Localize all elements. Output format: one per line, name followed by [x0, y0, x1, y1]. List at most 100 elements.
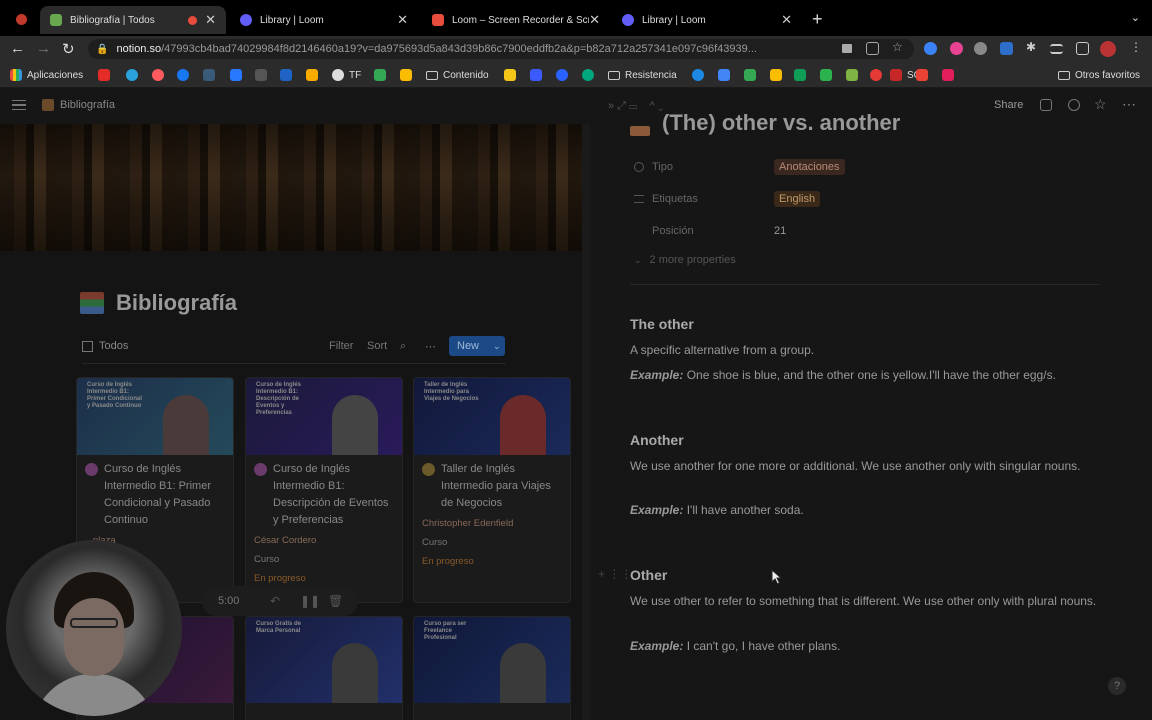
bookmark-folder-contenido[interactable]: Contenido — [426, 68, 489, 82]
breadcrumb-label: Bibliografía — [60, 99, 116, 111]
bookmark-paypal[interactable] — [280, 68, 297, 82]
browser-menu-icon[interactable]: ⋮ — [1130, 40, 1143, 54]
extensions-puzzle-icon[interactable]: ✱ — [1026, 40, 1039, 54]
restart-icon[interactable]: ↶ — [270, 594, 280, 608]
url-path: /47993cb4bad74029984f8d2146460a19?v=da97… — [161, 43, 757, 55]
bookmark-link[interactable] — [203, 68, 220, 82]
close-tab-icon[interactable]: ✕ — [781, 12, 792, 28]
bookmark-star-icon[interactable]: ☆ — [892, 40, 905, 54]
gallery-card[interactable]: Curso para ser Freelance Profesional — [413, 616, 571, 720]
favorite-star-icon[interactable]: ☆ — [1094, 96, 1107, 113]
reload-icon[interactable]: ↻ — [62, 40, 75, 58]
profile-avatar[interactable] — [1100, 41, 1116, 57]
books-icon — [42, 99, 54, 111]
window-close-dot[interactable] — [16, 14, 27, 25]
bookmark-maps[interactable] — [744, 68, 761, 82]
url-bar[interactable]: 🔒 notion.so /47993cb4bad74029984f8d21464… — [88, 39, 914, 59]
bookmark-green[interactable] — [582, 68, 599, 82]
close-tab-icon[interactable]: ✕ — [205, 12, 216, 28]
property-row-tipo[interactable]: Tipo Anotaciones — [634, 157, 1114, 177]
bookmark-miro[interactable] — [504, 68, 521, 82]
bookmark-docs[interactable] — [230, 68, 247, 82]
extension-heart-icon[interactable] — [950, 42, 963, 55]
chevron-down-icon[interactable]: ⌄ — [493, 341, 501, 352]
bookmark-red[interactable] — [870, 68, 887, 82]
forward-arrow-icon[interactable]: → — [36, 40, 51, 57]
thumbnail-text: Curso Gratis de Marca Personal — [256, 621, 302, 634]
bookmark-feedly[interactable] — [820, 68, 837, 82]
close-tab-icon[interactable]: ✕ — [589, 12, 600, 28]
bookmark-youtube[interactable] — [98, 68, 115, 82]
instructor-photo — [500, 643, 546, 703]
new-tab-button[interactable]: + — [812, 9, 823, 30]
share-button[interactable]: Share — [994, 99, 1023, 111]
bookmark-drive[interactable] — [374, 68, 391, 82]
menu-hamburger-icon[interactable] — [12, 100, 26, 110]
pause-icon[interactable]: ❚❚ — [300, 594, 320, 608]
tab-library-loom-2[interactable]: Library | Loom ✕ — [612, 6, 802, 34]
extension-icon[interactable] — [1000, 42, 1013, 55]
webcam-bubble[interactable] — [6, 540, 182, 716]
share-icon[interactable] — [866, 42, 879, 55]
bookmark-s[interactable] — [255, 68, 272, 82]
bookmark-telegram[interactable] — [126, 68, 143, 82]
tab-search-chevron-icon[interactable]: ⌄ — [1131, 11, 1140, 24]
bookmark-gmail[interactable] — [916, 68, 933, 82]
bookmark-blue[interactable] — [692, 68, 709, 82]
help-button[interactable]: ? — [1108, 677, 1126, 695]
extension-icon[interactable] — [974, 42, 987, 55]
back-arrow-icon[interactable]: ← — [10, 40, 25, 57]
bookmark-drive2[interactable] — [718, 68, 735, 82]
property-value-tag[interactable]: English — [774, 191, 821, 207]
gallery-card[interactable]: Taller de Inglés Intermedio para Viajes … — [413, 377, 571, 603]
bookmark-slack[interactable] — [942, 68, 959, 82]
more-properties-toggle[interactable]: ⌄ 2 more properties — [634, 254, 736, 266]
bookmark-analytics[interactable] — [306, 68, 323, 82]
gallery-grid-icon — [82, 340, 93, 352]
card-tipo: Curso — [254, 554, 280, 565]
bookmark-otros-favoritos[interactable]: Otros favoritos — [1058, 68, 1140, 82]
gallery-card[interactable]: Curso Gratis de Marca Personal — [245, 616, 403, 720]
close-tab-icon[interactable]: ✕ — [397, 12, 408, 28]
history-clock-icon[interactable] — [1068, 99, 1080, 111]
card-thumbnail: Taller de Inglés Intermedio para Viajes … — [414, 378, 570, 455]
bookmark-circle[interactable] — [556, 68, 573, 82]
page-title-text: Bibliografía — [116, 290, 238, 315]
property-value[interactable]: 21 — [774, 225, 786, 237]
view-selector[interactable]: Todos — [82, 340, 128, 352]
bookmark-id[interactable] — [530, 68, 547, 82]
new-button[interactable]: New ⌄ — [449, 336, 505, 356]
bookmark-cal[interactable] — [770, 68, 787, 82]
example-label: Example: — [630, 639, 684, 653]
more-options-icon[interactable]: ⋯ — [425, 340, 436, 353]
side-panel-icon[interactable] — [1076, 42, 1089, 55]
bookmark-keep[interactable] — [400, 68, 417, 82]
bookmark-sheets[interactable] — [794, 68, 811, 82]
bookmark-folder-resistencia[interactable]: Resistencia — [608, 68, 677, 82]
property-value-tag[interactable]: Anotaciones — [774, 159, 845, 175]
search-icon[interactable]: ⌕ — [400, 340, 406, 353]
comment-icon[interactable] — [1040, 99, 1052, 111]
bookmark-airbnb[interactable] — [152, 68, 169, 82]
chevron-down-icon: ⌄ — [634, 254, 642, 265]
property-row-etiquetas[interactable]: Etiquetas English — [634, 189, 1114, 209]
bookmark-meta[interactable] — [177, 68, 194, 82]
gallery-card[interactable]: Curso de Inglés Intermedio B1: Descripci… — [245, 377, 403, 603]
filter-button[interactable]: Filter — [329, 340, 353, 352]
bookmark-apps[interactable]: Aplicaciones — [10, 68, 83, 82]
tab-bibliografia[interactable]: Bibliografía | Todos ✕ — [40, 6, 226, 34]
example-paragraph: Example: I can't go, I have other plans. — [630, 637, 1110, 656]
delete-icon[interactable]: 🗑 — [328, 594, 343, 608]
camera-icon[interactable] — [842, 44, 852, 53]
bookmark-stack[interactable] — [846, 68, 863, 82]
bookmark-tf[interactable]: TF — [332, 68, 361, 82]
tab-loom-recorder[interactable]: Loom – Screen Recorder & Scr ✕ — [422, 6, 610, 34]
more-options-icon[interactable]: ⋯ — [1122, 96, 1136, 113]
block-drag-handle-icon[interactable]: + ⋮⋮ — [598, 567, 632, 581]
tab-library-loom[interactable]: Library | Loom ✕ — [230, 6, 418, 34]
breadcrumb[interactable]: Bibliografía — [42, 99, 115, 111]
extension-icon[interactable] — [924, 42, 937, 55]
sort-button[interactable]: Sort — [367, 340, 387, 352]
property-row-posicion[interactable]: Posición 21 — [634, 221, 1114, 241]
reading-list-icon[interactable] — [1050, 44, 1063, 54]
